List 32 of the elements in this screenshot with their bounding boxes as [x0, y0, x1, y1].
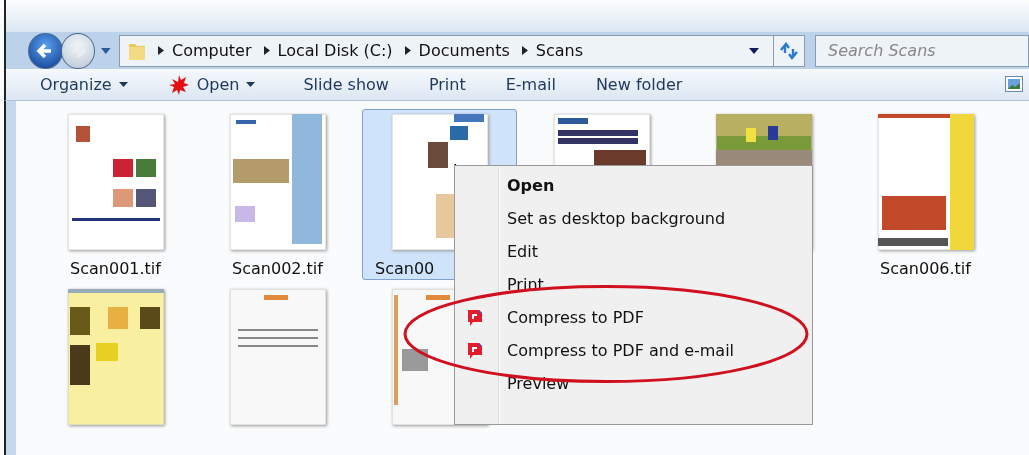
menu-item[interactable]: Compress to PDF — [455, 301, 812, 334]
refresh-icon — [779, 41, 799, 60]
breadcrumb[interactable]: Documents — [418, 41, 510, 61]
toolbar-button[interactable]: E-mail — [497, 70, 564, 98]
chevron-icon — [263, 46, 270, 56]
toolbar-button[interactable]: Slide show — [295, 70, 397, 98]
breadcrumb[interactable]: Scans — [535, 41, 584, 61]
image-icon[interactable] — [1005, 76, 1023, 93]
pdf-icon — [467, 342, 483, 360]
menu-item[interactable]: Compress to PDF and e-mail — [455, 334, 812, 367]
toolbar-button[interactable]: Organize — [32, 70, 136, 98]
breadcrumb[interactable]: Local Disk (C:) — [277, 41, 393, 61]
chevron-icon — [404, 46, 411, 56]
caret-icon — [118, 81, 128, 87]
toolbar-button[interactable]: Print — [420, 70, 474, 98]
file-name: Scan006.tif — [880, 259, 971, 278]
file-name: Scan001.tif — [70, 259, 161, 278]
caret-icon — [246, 81, 256, 87]
back-button[interactable] — [28, 32, 63, 69]
forward-button[interactable] — [60, 32, 96, 69]
toolbar-button[interactable]: Open — [159, 69, 264, 100]
splat-icon — [167, 73, 190, 96]
chevron-icon — [158, 46, 164, 56]
file-name: Scan002.tif — [232, 259, 323, 278]
search-field[interactable]: Search Scans — [815, 34, 1029, 67]
toolbar-button[interactable]: New folder — [587, 70, 691, 98]
chevron-icon — [521, 46, 528, 56]
dropdown-icon[interactable] — [749, 47, 759, 54]
breadcrumb[interactable]: Computer — [172, 41, 252, 61]
file-name: Scan00 — [375, 259, 435, 278]
address-bar[interactable]: Computer Local Disk (C:) Documents Scans — [119, 34, 805, 67]
pdf-icon — [467, 309, 483, 327]
